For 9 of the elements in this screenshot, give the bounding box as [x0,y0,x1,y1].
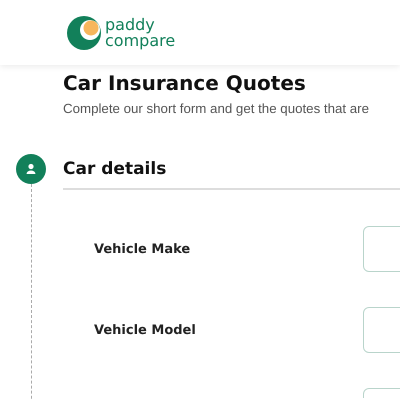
step-title: Car details [63,154,400,190]
logo-icon [66,14,102,50]
logo-text: compare [105,32,176,48]
person-icon [16,154,46,184]
page-subtitle: Complete our short form and get the quotes that are [63,101,370,116]
page-title: Car Insurance Quotes [63,71,307,95]
logo-text: paddy [105,16,156,32]
field-label: Vehicle Model [93,322,197,338]
field-label: Vehicle Make [93,242,192,256]
